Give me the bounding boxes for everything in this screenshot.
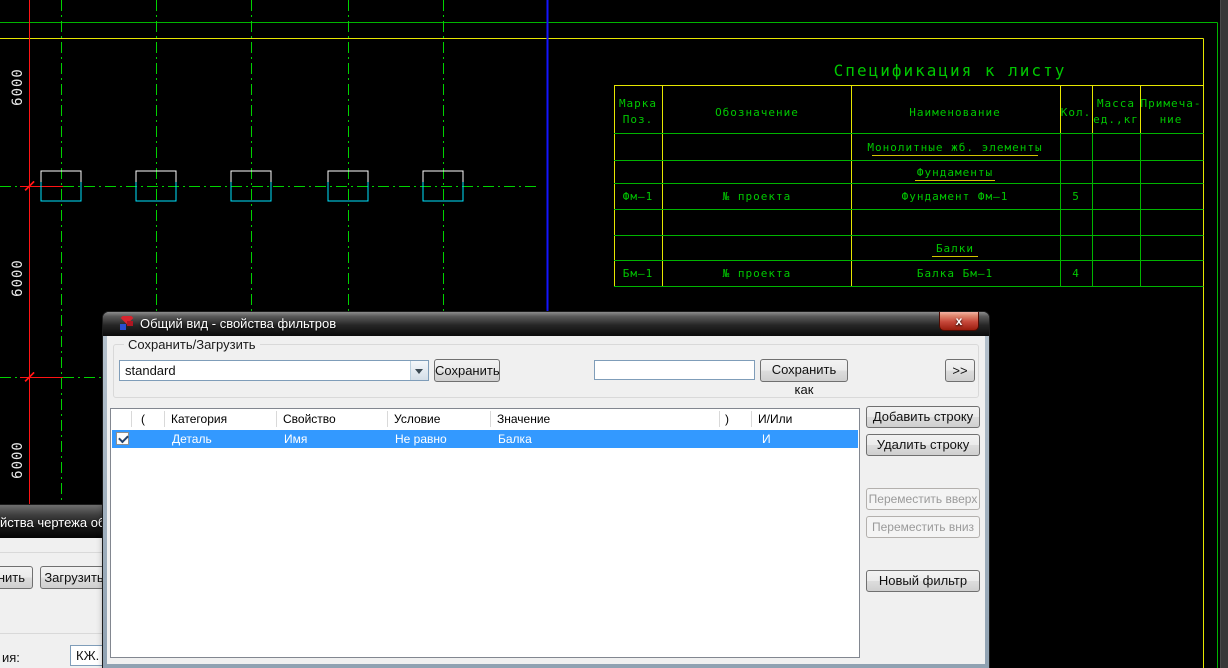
spec-table-header: Марка Поз. Обозначение Наименование Кол.… xyxy=(619,97,1202,126)
svg-text:Монолитные жб. элементы: Монолитные жб. элементы xyxy=(867,141,1042,154)
checkmark-icon xyxy=(118,433,129,444)
col-open-paren[interactable]: ( xyxy=(141,412,145,426)
row-value: Балка xyxy=(498,432,532,446)
svg-text:Кол.: Кол. xyxy=(1061,106,1092,119)
svg-text:4: 4 xyxy=(1072,267,1080,280)
save-button-partial[interactable]: анить xyxy=(0,566,33,589)
col-property[interactable]: Свойство xyxy=(283,412,336,426)
save-load-group-label: Сохранить/Загрузить xyxy=(124,337,260,352)
col-close-paren[interactable]: ) xyxy=(725,412,729,426)
svg-text:Обозначение: Обозначение xyxy=(715,106,799,119)
row-checkbox[interactable] xyxy=(116,432,129,445)
drawing-properties-title: йства чертежа об xyxy=(0,515,105,530)
app-icon xyxy=(119,316,134,331)
save-as-input[interactable] xyxy=(594,360,755,380)
app-screen: 6000 6000 6000 Спецификация к листу Марк xyxy=(0,0,1228,668)
save-as-button[interactable]: Сохранить как xyxy=(760,359,848,382)
move-up-button[interactable]: Переместить вверх xyxy=(866,488,980,510)
svg-text:Бм—1: Бм—1 xyxy=(623,267,654,280)
dim-label-3: 6000 xyxy=(10,441,26,479)
delete-row-button[interactable]: Удалить строку xyxy=(866,434,980,456)
svg-text:Фундаменты: Фундаменты xyxy=(917,166,993,179)
filter-dialog-body: Сохранить/Загрузить standard Сохранить С… xyxy=(107,336,985,664)
drawing-properties-body: анить Загрузить ия: КЖ. головок 1: Схем xyxy=(0,538,105,668)
new-filter-button[interactable]: Новый фильтр xyxy=(866,570,980,592)
row-property: Имя xyxy=(284,432,307,446)
col-and-or[interactable]: И/Или xyxy=(758,412,792,426)
svg-text:5: 5 xyxy=(1072,190,1080,203)
add-row-button[interactable]: Добавить строку xyxy=(866,406,980,428)
load-button[interactable]: Загрузить xyxy=(40,566,108,589)
row-category: Деталь xyxy=(172,432,212,446)
svg-text:ние: ние xyxy=(1160,113,1183,126)
row-condition: Не равно xyxy=(395,432,447,446)
svg-text:Балка Бм—1: Балка Бм—1 xyxy=(917,267,993,280)
col-category[interactable]: Категория xyxy=(171,412,227,426)
preset-combobox-value: standard xyxy=(125,363,176,378)
expand-button[interactable]: >> xyxy=(945,359,975,382)
filter-rules-list[interactable]: ( Категория Свойство Условие Значение ) … xyxy=(110,408,860,658)
row-and-or: И xyxy=(762,432,771,446)
viewport-right-edge xyxy=(1220,0,1228,668)
filter-properties-dialog: Общий вид - свойства фильтров x Сохранит… xyxy=(103,312,989,668)
spec-table-title: Спецификация к листу xyxy=(834,61,1067,80)
save-button[interactable]: Сохранить xyxy=(434,359,500,382)
move-down-button[interactable]: Переместить вниз xyxy=(866,516,980,538)
chevron-down-icon xyxy=(415,369,423,374)
drawing-properties-dialog: йства чертежа об анить Загрузить ия: КЖ.… xyxy=(0,505,107,668)
svg-text:Поз.: Поз. xyxy=(623,113,654,126)
close-button[interactable]: x xyxy=(939,312,979,331)
dim-label-1: 6000 xyxy=(10,68,26,106)
svg-text:№ проекта: № проекта xyxy=(723,190,792,203)
svg-text:№ проекта: № проекта xyxy=(723,267,792,280)
drawing-properties-titlebar[interactable]: йства чертежа об xyxy=(0,505,107,538)
combobox-dropdown-zone[interactable] xyxy=(410,361,428,380)
dim-label-2: 6000 xyxy=(10,259,26,297)
svg-text:Масса: Масса xyxy=(1097,97,1135,110)
svg-text:ед.,кг: ед.,кг xyxy=(1093,113,1139,126)
filter-dialog-titlebar[interactable]: Общий вид - свойства фильтров x xyxy=(103,312,989,336)
svg-text:Примеча-: Примеча- xyxy=(1141,97,1202,110)
svg-text:Фундамент Фм—1: Фундамент Фм—1 xyxy=(902,190,1009,203)
preset-combobox[interactable]: standard xyxy=(119,360,429,381)
col-condition[interactable]: Условие xyxy=(394,412,440,426)
name-label-partial: ия: xyxy=(2,650,20,665)
svg-text:Фм—1: Фм—1 xyxy=(623,190,654,203)
filter-rule-row[interactable]: Деталь Имя Не равно Балка И xyxy=(112,430,858,448)
col-value[interactable]: Значение xyxy=(497,412,550,426)
filter-dialog-title: Общий вид - свойства фильтров xyxy=(140,316,336,331)
svg-text:Марка: Марка xyxy=(619,97,657,110)
filter-rules-header: ( Категория Свойство Условие Значение ) … xyxy=(111,409,859,429)
svg-text:Балки: Балки xyxy=(936,242,974,255)
svg-text:Наименование: Наименование xyxy=(909,106,1000,119)
